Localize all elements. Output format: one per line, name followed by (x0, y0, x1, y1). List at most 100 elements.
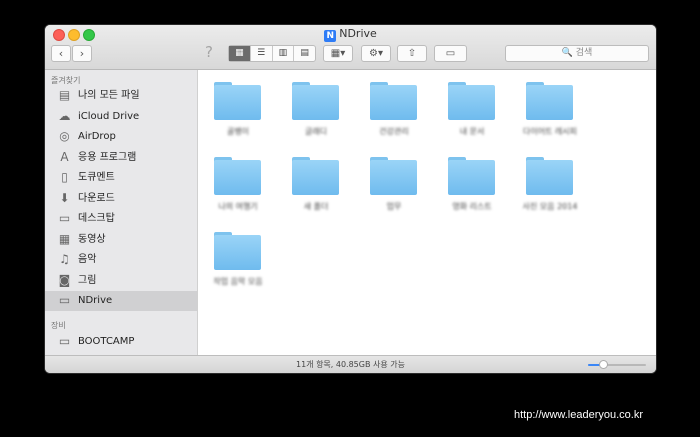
help-icon[interactable]: ? (205, 43, 213, 61)
view-mode-segmented-control: ▦ ☰ ▥ ▤ (228, 45, 316, 62)
sidebar-item-4[interactable]: ▯ 도큐멘트 (45, 168, 197, 188)
sidebar-item-label: 응용 프로그램 (78, 151, 137, 163)
folder-icon (214, 232, 261, 270)
sidebar-device-0[interactable]: ▭ BOOTCAMP (45, 332, 197, 352)
documents-icon: ▯ (61, 170, 68, 184)
desktop-icon: ▭ (58, 211, 71, 225)
sidebar-item-label: 그림 (78, 274, 97, 286)
downloads-icon: ⬇ (59, 190, 70, 205)
window-title: N NDrive (45, 27, 656, 42)
arrange-icon: ▦▾ (330, 48, 346, 59)
status-text: 11개 항목, 40.85GB 사용 가능 (295, 360, 405, 369)
tag-icon: ▭ (445, 48, 456, 59)
sidebar-section-devices: 장비 (51, 320, 66, 330)
folder-label: 건강관리 (379, 127, 409, 136)
folder-icon (448, 82, 495, 120)
music-icon: ♫ (59, 252, 70, 266)
sidebar-item-label: 도큐멘트 (78, 172, 115, 183)
folder-item[interactable]: 사진 모음 2014 (518, 157, 582, 212)
watermark-url: http://www.leaderyou.co.kr (514, 409, 644, 421)
sidebar-item-3[interactable]: A 응용 프로그램 (45, 148, 197, 168)
folder-item[interactable]: 골뱅이 (206, 82, 270, 137)
tag-button[interactable]: ▭ (434, 45, 467, 62)
sidebar-item-10[interactable]: ▭ NDrive (45, 291, 197, 311)
sidebar-item-6[interactable]: ▭ 데스크탑 (45, 209, 197, 229)
sidebar-item-label: AirDrop (78, 131, 116, 142)
window-title-text: NDrive (339, 27, 377, 40)
gear-icon: ⚙▾ (369, 48, 383, 59)
airdrop-icon: ◎ (59, 129, 70, 143)
folder-label: 다이어트 레시피 (522, 127, 578, 136)
folder-item[interactable]: 나의 여행기 (206, 157, 270, 212)
folder-item[interactable]: 글래디 (284, 82, 348, 137)
search-placeholder: 🔍 검색 (561, 48, 593, 58)
slider-knob[interactable] (598, 360, 608, 369)
sidebar-item-label: 음악 (78, 254, 97, 265)
folder-item[interactable]: 새 폴더 (284, 157, 348, 212)
disk-icon: ▭ (58, 333, 71, 348)
sidebar-item-label: 나의 모든 파일 (78, 90, 140, 101)
share-icon: ⇧ (407, 48, 417, 59)
sidebar-item-8[interactable]: ♫ 음악 (45, 250, 197, 270)
folder-label: 골뱅이 (226, 127, 250, 136)
sidebar-item-9[interactable]: ◙ 그림 (45, 271, 197, 291)
sidebar-item-5[interactable]: ⬇ 다운로드 (45, 189, 197, 209)
file-browser-pane: 골뱅이 글래디 건강관리 내 문서 다이어트 레시피나의 여행기 새 폴더 업무 영화 리스트… (198, 70, 656, 355)
folder-item[interactable]: 작업 음악 모음 (206, 232, 270, 287)
folder-icon (370, 82, 417, 120)
sidebar-item-7[interactable]: ▦ 동영상 (45, 230, 197, 250)
sidebar-item-label: NDrive (78, 295, 113, 306)
coverflow-view-button[interactable]: ▤ (294, 46, 315, 61)
sidebar-item-label: iCloud Drive (78, 110, 140, 122)
title-bar: N NDrive ‹ › ? ▦ ☰ ▥ ▤ ▦▾ ⚙▾ ⇧ ▭ 🔍 검색 (45, 25, 656, 70)
folder-item[interactable]: 업무 (362, 157, 426, 212)
forward-button[interactable]: › (72, 45, 92, 62)
share-button[interactable]: ⇧ (397, 45, 427, 62)
arrange-button[interactable]: ▦▾ (323, 45, 353, 62)
folder-icon (370, 157, 417, 195)
cloud-icon: ☁ (58, 108, 71, 123)
sidebar-item-label: 동영상 (78, 233, 106, 245)
icon-size-slider[interactable] (588, 360, 646, 369)
folder-item[interactable]: 내 문서 (440, 82, 504, 137)
status-bar: 11개 항목, 40.85GB 사용 가능 (45, 355, 656, 373)
all-files-icon: ▤ (58, 88, 71, 102)
folder-item[interactable]: 건강관리 (362, 82, 426, 137)
movies-icon: ▦ (58, 231, 71, 246)
column-view-button[interactable]: ▥ (273, 46, 295, 61)
search-field[interactable]: 🔍 검색 (505, 45, 649, 62)
ndrive-app-icon: N (324, 30, 337, 42)
sidebar: 즐겨찾기 ▤ 나의 모든 파일 ☁ iCloud Drive ◎ AirDrop A 응용 프… (45, 70, 198, 355)
chevron-left-icon: ‹ (58, 47, 64, 60)
sidebar-item-label: 다운로드 (78, 192, 115, 204)
back-button[interactable]: ‹ (51, 45, 71, 62)
folder-icon (448, 157, 495, 195)
sidebar-item-label: 데스크탑 (78, 213, 115, 224)
folder-item[interactable]: 다이어트 레시피 (518, 82, 582, 137)
applications-icon: A (60, 149, 69, 164)
folder-label: 작업 음악 모음 (213, 277, 263, 286)
folder-label: 나의 여행기 (218, 202, 258, 211)
folder-icon (526, 157, 573, 195)
folder-label: 새 폴더 (303, 202, 329, 211)
pictures-icon: ◙ (58, 272, 71, 287)
folder-icon (292, 157, 339, 195)
sidebar-item-label: BOOTCAMP (78, 335, 135, 347)
folder-label: 사진 모음 2014 (522, 202, 578, 211)
sidebar-item-1[interactable]: ☁ iCloud Drive (45, 107, 197, 127)
list-view-button[interactable]: ☰ (251, 46, 273, 61)
folder-icon (214, 157, 261, 195)
sidebar-item-0[interactable]: ▤ 나의 모든 파일 (45, 86, 197, 106)
finder-window: N NDrive ‹ › ? ▦ ☰ ▥ ▤ ▦▾ ⚙▾ ⇧ ▭ 🔍 검색 즐겨찾기 ▤… (45, 25, 656, 373)
sidebar-item-2[interactable]: ◎ AirDrop (45, 127, 197, 147)
action-button[interactable]: ⚙▾ (361, 45, 391, 62)
folder-label: 글래디 (304, 127, 328, 136)
icon-view-button[interactable]: ▦ (229, 46, 251, 61)
folder-icon (214, 82, 261, 120)
folder-icon (292, 82, 339, 120)
sidebar-section-favorites: 즐겨찾기 (51, 76, 81, 85)
chevron-right-icon: › (79, 47, 85, 60)
folder-icon: ▭ (58, 293, 71, 307)
folder-item[interactable]: 영화 리스트 (440, 157, 504, 212)
folder-label: 영화 리스트 (452, 202, 492, 211)
